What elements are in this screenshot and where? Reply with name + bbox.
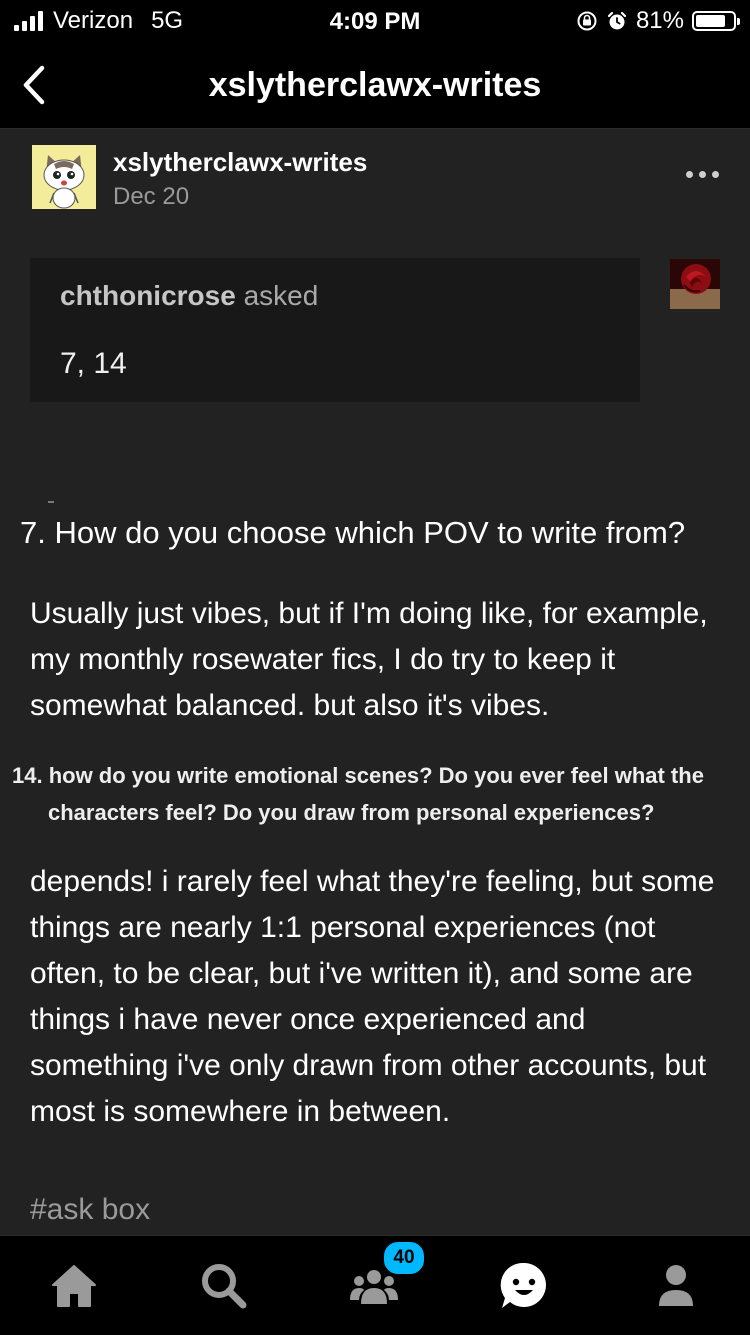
bottom-tab-bar (0, 1235, 750, 1335)
question-14-line1: 14. how do you write emotional scenes? D… (12, 763, 704, 788)
rotation-lock-icon (577, 11, 597, 31)
asked-word: asked (243, 280, 319, 311)
messages-icon[interactable] (498, 1260, 550, 1312)
asker-avatar[interactable] (670, 259, 720, 309)
ellipsis-icon[interactable] (686, 171, 719, 178)
battery-icon (692, 11, 740, 31)
battery-percent: 81% (635, 7, 684, 34)
answer-7: Usually just vibes, but if I'm doing lik… (30, 597, 708, 722)
account-icon[interactable] (650, 1260, 702, 1312)
divider-mark (48, 501, 54, 503)
status-bar: Verizon 5G 4:09 PM 81% (0, 0, 750, 44)
answer-14: depends! i rarely feel what they're feel… (30, 865, 715, 1128)
status-icons: 81% (576, 7, 740, 35)
alarm-icon (607, 11, 627, 30)
cat-avatar-image (32, 145, 96, 209)
question-14-line2: characters feel? Do you draw from person… (48, 800, 655, 825)
ask-box: chthonicrose asked 7, 14 (30, 258, 640, 402)
question-7: 7. How do you choose which POV to write … (20, 515, 686, 550)
post-tag[interactable]: #ask box (30, 1193, 150, 1227)
post-date: Dec 20 (113, 183, 190, 210)
asker-name[interactable]: chthonicrose (60, 280, 236, 311)
ask-question: 7, 14 (60, 347, 127, 380)
top-nav-bar: xslytherclawx-writes (0, 44, 750, 129)
question-14: 14. how do you write emotional scenes? D… (12, 757, 750, 831)
nav-title: xslytherclawx-writes (208, 66, 542, 104)
blog-avatar[interactable] (32, 145, 96, 209)
home-icon[interactable] (48, 1260, 100, 1312)
post: xslytherclawx-writes Dec 20 chthonicrose… (0, 129, 750, 1235)
search-icon[interactable] (198, 1260, 250, 1312)
asker-line: chthonicrose asked (60, 280, 318, 312)
rose-image (670, 259, 720, 309)
community-badge: 40 (382, 1240, 426, 1276)
blog-name[interactable]: xslytherclawx-writes (113, 147, 367, 178)
